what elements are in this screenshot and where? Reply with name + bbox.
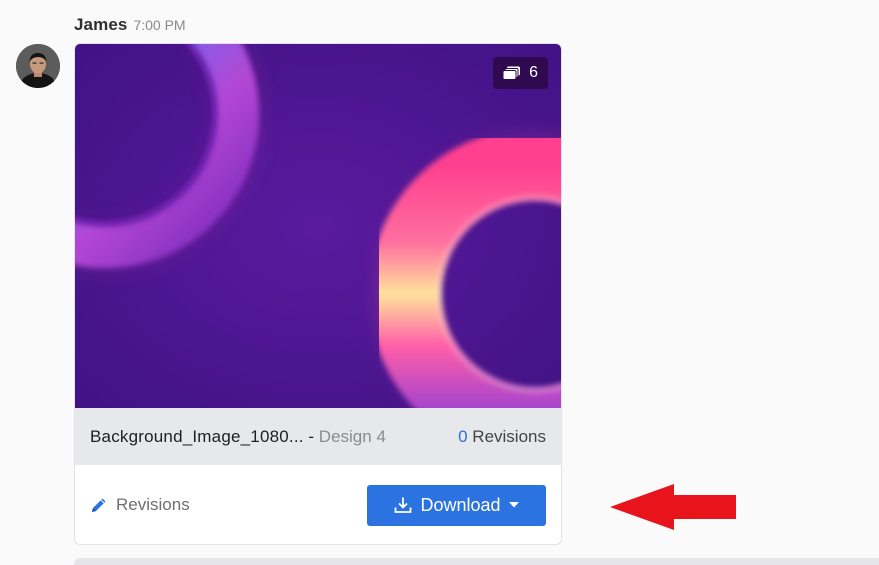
file-separator: - xyxy=(303,426,319,446)
annotation-arrow-icon xyxy=(610,484,736,530)
attachment-card: 6 Background_Image_1080... - Design 4 0 … xyxy=(74,43,562,545)
image-count: 6 xyxy=(529,64,538,81)
caret-down-icon xyxy=(508,502,519,508)
image-preview[interactable]: 6 xyxy=(75,44,561,408)
chat-message-view: James 7:00 PM 6 Background_Image_1080...… xyxy=(0,0,879,565)
user-avatar-icon xyxy=(16,44,60,88)
download-button-label: Download xyxy=(420,494,501,515)
revisions-button[interactable]: Revisions xyxy=(90,495,190,515)
file-name[interactable]: Background_Image_1080... xyxy=(90,427,304,446)
design-label: Design 4 xyxy=(318,426,386,446)
pencil-icon xyxy=(92,498,106,512)
preview-image xyxy=(75,44,561,408)
message-timestamp: 7:00 PM xyxy=(133,17,186,33)
download-button[interactable]: Download xyxy=(367,484,546,526)
image-count-badge[interactable]: 6 xyxy=(493,57,548,89)
download-icon xyxy=(395,497,412,513)
file-meta-bar: Background_Image_1080... - Design 4 0 Re… xyxy=(75,408,561,465)
sender-name[interactable]: James xyxy=(74,15,127,35)
images-stack-icon xyxy=(503,66,521,80)
revisions-count[interactable]: 0 Revisions xyxy=(458,427,546,447)
file-info: Background_Image_1080... - Design 4 xyxy=(90,427,386,447)
message-header: James 7:00 PM xyxy=(74,15,186,37)
revisions-count-number: 0 xyxy=(458,426,468,446)
avatar[interactable] xyxy=(16,44,60,88)
next-message-edge xyxy=(74,558,879,565)
revisions-count-label: Revisions xyxy=(467,426,546,446)
revisions-button-label: Revisions xyxy=(116,495,190,514)
card-actions: Revisions Download xyxy=(75,465,561,544)
